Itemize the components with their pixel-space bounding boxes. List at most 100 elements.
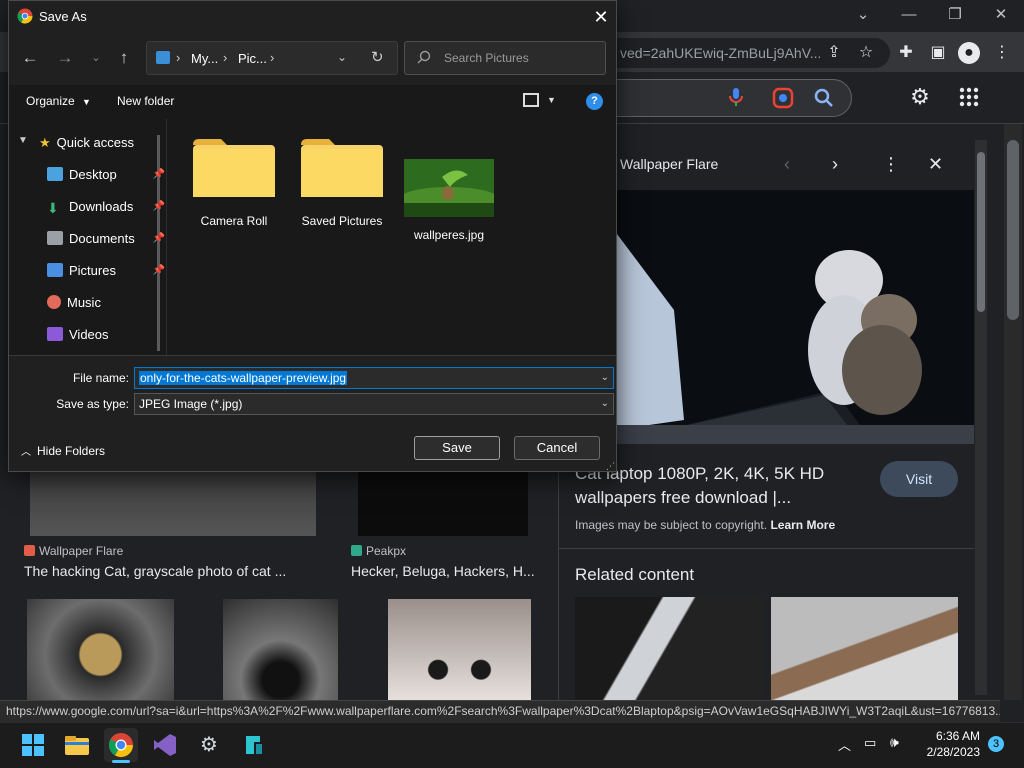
back-arrow-icon[interactable]: ←	[18, 45, 42, 71]
close-panel-icon[interactable]: ✕	[928, 154, 943, 175]
file-name-dropdown-icon[interactable]: ⌄	[601, 368, 609, 388]
visual-studio-icon[interactable]	[148, 728, 182, 762]
nav-label: Music	[67, 295, 101, 310]
result-thumb-cat-closeup[interactable]	[388, 599, 531, 700]
folder-icon	[193, 139, 275, 203]
view-chevron-icon[interactable]: ▼	[547, 95, 556, 105]
prev-image-icon[interactable]: ‹	[784, 154, 790, 175]
related-thumb-2[interactable]	[771, 597, 958, 700]
resize-grip-icon[interactable]: ⋰	[606, 461, 615, 472]
visit-button[interactable]: Visit	[880, 461, 958, 497]
organize-menu[interactable]: Organize ▼	[26, 94, 91, 108]
chrome-menu-icon[interactable]: ⋮	[991, 42, 1013, 64]
nav-quick-access[interactable]: ★ Quick access	[39, 129, 161, 157]
next-image-icon[interactable]: ›	[832, 154, 838, 175]
cancel-button[interactable]: Cancel	[514, 436, 600, 460]
volume-icon[interactable]: 🕪	[890, 734, 899, 751]
refresh-icon[interactable]: ↻	[371, 48, 384, 66]
nav-item-documents[interactable]: Documents 📌	[47, 225, 169, 253]
nav-item-pictures[interactable]: Pictures 📌	[47, 257, 169, 285]
dialog-close-icon[interactable]: ✕	[589, 5, 613, 29]
quick-access-expand-icon[interactable]: ▼	[18, 135, 28, 146]
result-title[interactable]: Hecker, Beluga, Hackers, H...	[351, 563, 535, 579]
new-folder-button[interactable]: New folder	[117, 94, 174, 108]
chrome-small-icon	[17, 8, 33, 24]
apps-grid-icon[interactable]	[958, 86, 980, 108]
extensions-icon[interactable]: ✚	[895, 42, 917, 64]
pin-icon[interactable]: 📌	[153, 161, 165, 189]
notification-badge[interactable]: 3	[988, 736, 1004, 752]
peakpx-favicon-icon	[351, 545, 362, 556]
save-as-type-select[interactable]: JPEG Image (*.jpg) ⌄	[134, 393, 614, 415]
bookmark-star-icon[interactable]: ☆	[855, 42, 877, 64]
result-source-label: Wallpaper Flare	[39, 544, 124, 558]
help-icon[interactable]: ?	[586, 93, 603, 110]
nav-item-desktop[interactable]: Desktop 📌	[47, 161, 169, 189]
recent-locations-chevron-icon[interactable]: ⌄	[84, 45, 108, 71]
nav-item-music[interactable]: Music	[47, 289, 169, 317]
dialog-title: Save As	[39, 9, 87, 24]
pin-icon[interactable]: 📌	[153, 193, 165, 221]
result-thumb-hecker[interactable]	[358, 472, 528, 536]
nav-item-downloads[interactable]: ⬇ Downloads 📌	[47, 193, 169, 221]
clock-date: 2/28/2023	[926, 745, 980, 759]
save-button[interactable]: Save	[414, 436, 500, 460]
breadcrumb-item[interactable]: Pic...	[238, 51, 267, 66]
file-item-camera-roll[interactable]: Camera Roll	[191, 137, 277, 228]
up-arrow-icon[interactable]: ↑	[112, 45, 136, 71]
result-title[interactable]: The hacking Cat, grayscale photo of cat …	[24, 563, 286, 579]
app-taskbar-icon[interactable]	[236, 728, 270, 762]
page-scroll-thumb[interactable]	[1007, 140, 1019, 320]
share-icon[interactable]: ⇪	[823, 42, 845, 64]
side-panel-icon[interactable]: ▣	[927, 42, 949, 64]
pin-icon[interactable]: 📌	[153, 225, 165, 253]
preview-image[interactable]	[614, 190, 974, 444]
start-windows-icon[interactable]	[16, 728, 50, 762]
restore-icon[interactable]: ❐	[940, 4, 970, 26]
related-thumb-1[interactable]	[575, 597, 763, 700]
hide-folders-toggle[interactable]: ︿ Hide Folders	[21, 443, 105, 458]
result-source[interactable]: Peakpx	[351, 544, 406, 558]
file-explorer-icon[interactable]	[60, 728, 94, 762]
result-thumb-mask[interactable]	[27, 599, 174, 700]
profile-avatar-icon[interactable]: ●	[958, 42, 980, 64]
more-options-icon[interactable]: ⋮	[882, 154, 900, 175]
file-item-wallperes[interactable]: wallperes.jpg	[399, 159, 499, 242]
minimize-icon[interactable]: —	[894, 4, 924, 26]
chrome-taskbar-icon[interactable]	[104, 728, 138, 762]
save-as-type-dropdown-icon[interactable]: ⌄	[601, 394, 609, 414]
screen: ⌄ — ❐ ✕ ved=2ahUKEwiq-ZmBuLj9AhV... ⇪ ☆ …	[0, 0, 1024, 768]
address-dropdown-icon[interactable]: ⌄	[337, 50, 347, 64]
panel-source[interactable]: Wallpaper Flare	[620, 156, 718, 172]
panel-heading[interactable]: Cat laptop 1080P, 2K, 4K, 5K HD wallpape…	[575, 462, 875, 510]
view-options-icon[interactable]	[523, 93, 539, 107]
nav-label: Downloads	[69, 199, 134, 214]
file-item-saved-pictures[interactable]: Saved Pictures	[299, 137, 385, 228]
hide-folders-label: Hide Folders	[37, 444, 106, 458]
lens-search-icon[interactable]	[772, 87, 794, 109]
file-name-input[interactable]: only-for-the-cats-wallpaper-preview.jpg …	[134, 367, 614, 389]
close-window-icon[interactable]: ✕	[986, 4, 1016, 26]
voice-search-icon[interactable]	[726, 86, 746, 108]
result-source[interactable]: Wallpaper Flare	[24, 544, 123, 558]
breadcrumb-separator-icon: ›	[223, 50, 228, 65]
search-pictures-box[interactable]: Search Pictures	[404, 41, 606, 75]
omnibox-url[interactable]: ved=2ahUKEwiq-ZmBuLj9AhV...	[620, 45, 820, 61]
panel-scroll-thumb[interactable]	[977, 152, 985, 312]
learn-more-link[interactable]: Learn More	[770, 518, 835, 532]
forward-arrow-icon[interactable]: →	[53, 45, 77, 71]
tab-search-icon[interactable]: ⌄	[848, 4, 878, 26]
nav-item-videos[interactable]: Videos	[47, 321, 169, 349]
pin-icon[interactable]: 📌	[153, 257, 165, 285]
address-bar[interactable]: › My... › Pic... › ⌄ ↻	[146, 41, 398, 75]
search-icon[interactable]	[813, 87, 835, 109]
show-hidden-icons-icon[interactable]: ︿	[838, 735, 851, 754]
result-thumb-hacking-cat[interactable]	[30, 472, 316, 536]
network-icon[interactable]: ▭	[864, 735, 876, 751]
settings-taskbar-icon[interactable]: ⚙	[192, 728, 226, 762]
taskbar-clock[interactable]: 6:36 AM 2/28/2023	[920, 728, 980, 760]
copyright-text: Images may be subject to copyright.	[575, 518, 768, 532]
settings-gear-icon[interactable]: ⚙	[908, 85, 932, 109]
breadcrumb-item[interactable]: My...	[191, 51, 218, 66]
result-thumb-cat-bw[interactable]	[223, 599, 338, 700]
